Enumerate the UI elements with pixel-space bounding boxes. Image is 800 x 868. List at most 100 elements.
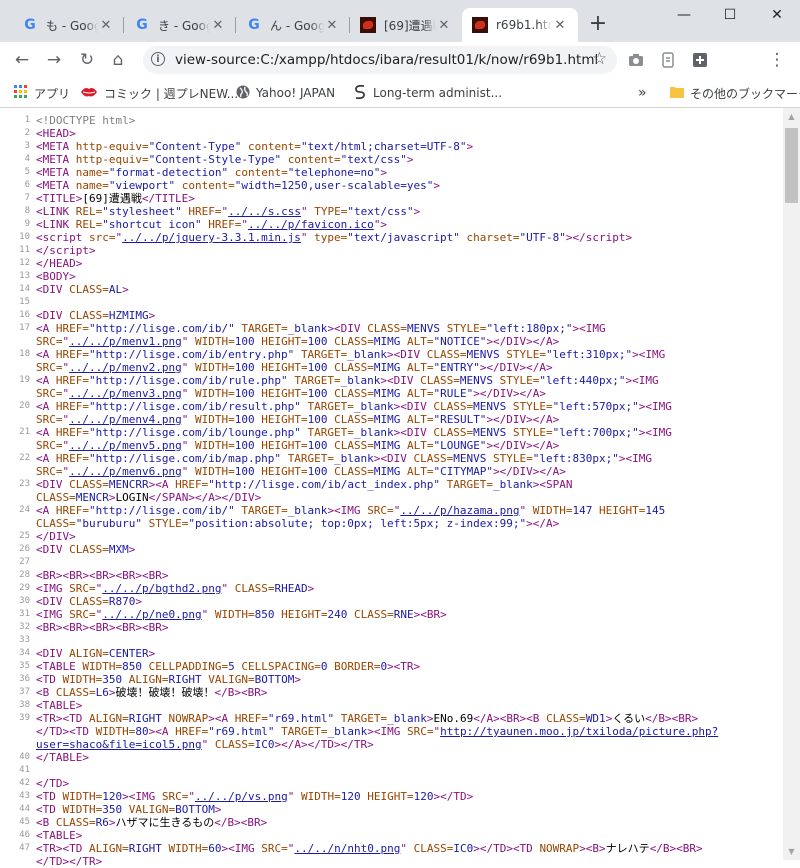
tab-title: も - Google (46, 18, 98, 33)
scroll-up-arrow-icon[interactable]: ▲ (783, 108, 800, 125)
line-text: <A HREF="http://lisge.com/ib/rule.php" T… (36, 374, 659, 387)
site-favicon-icon (360, 17, 376, 33)
line-text: <DIV CLASS=AL> (36, 283, 129, 296)
bookmark-star-icon[interactable]: ☆ (592, 49, 607, 69)
bookmarks-overflow-button[interactable]: » (638, 84, 647, 102)
line-number: 37 (19, 687, 30, 697)
extension-icon[interactable] (654, 46, 682, 74)
line-text: <DIV CLASS=HZMIMG> (36, 309, 156, 322)
line-text: <A HREF="http://lisge.com/ib/" TARGET=_b… (36, 322, 606, 335)
line-text: SRC="../../p/menv3.png" WIDTH=100 HEIGHT… (36, 387, 547, 400)
line-text: <TR><TD ALIGN=RIGHT NOWRAP><A HREF="r69.… (36, 712, 699, 725)
line-text: <DIV ALIGN=CENTER> (36, 647, 156, 660)
scrollbar-thumb[interactable] (785, 128, 798, 203)
line-number: 16 (19, 310, 30, 320)
line-number: 43 (19, 791, 30, 801)
line-number: 32 (19, 622, 30, 632)
bookmark-apps[interactable]: アプリ (14, 84, 70, 102)
close-icon[interactable]: ✕ (98, 18, 114, 33)
bookmarks-bar: アプリ コミック | 週プレNEW... Yahoo! JAPAN Long-t… (0, 78, 800, 108)
line-number: 17 (19, 323, 30, 333)
line-number: 7 (24, 193, 30, 203)
bookmark-long-term[interactable]: Long-term administ... (353, 84, 502, 102)
other-bookmarks-folder[interactable]: その他のブックマーク (670, 84, 800, 102)
line-text: <DIV CLASS=MXM> (36, 543, 136, 556)
line-number: 5 (24, 167, 30, 177)
scroll-down-arrow-icon[interactable]: ▼ (783, 843, 800, 860)
close-window-button[interactable]: ✕ (754, 0, 800, 30)
line-number: 6 (24, 180, 30, 190)
new-tab-button[interactable]: + (586, 13, 610, 37)
minimize-button[interactable]: — (661, 0, 707, 30)
line-number: 24 (19, 505, 30, 515)
line-text: <BR><BR><BR><BR><BR> (36, 621, 169, 634)
bookmark-label: コミック | 週プレNEW... (104, 86, 239, 101)
bookmark-comic[interactable]: コミック | 週プレNEW... (80, 84, 238, 102)
camera-icon[interactable] (622, 46, 650, 74)
line-text: <LINK REL="shortcut icon" HREF="../../p/… (36, 218, 388, 231)
tab-google-3[interactable]: G ん - Google ✕ (236, 8, 350, 42)
line-number: 18 (19, 349, 30, 359)
close-icon[interactable]: ✕ (210, 18, 226, 33)
maximize-button[interactable]: ☐ (707, 0, 753, 30)
forward-arrow-icon[interactable]: → (40, 46, 68, 74)
line-number: 19 (19, 375, 30, 385)
line-number: 34 (19, 648, 30, 658)
info-icon[interactable]: i (151, 52, 165, 66)
line-number: 44 (19, 804, 30, 814)
tab-encounter[interactable]: [69]遭遇戦 ✕ (350, 8, 462, 42)
line-text: <TABLE> (36, 699, 83, 712)
close-icon[interactable]: ✕ (436, 18, 452, 33)
line-number: 46 (19, 830, 30, 840)
bookmark-yahoo[interactable]: Yahoo! JAPAN (236, 84, 335, 102)
line-number: 35 (19, 661, 30, 671)
line-text: </DIV> (36, 530, 76, 543)
folder-icon (670, 86, 684, 101)
line-text: <HEAD> (36, 127, 76, 140)
url-text[interactable]: view-source:C:/xampp/htdocs/ibara/result… (175, 52, 598, 68)
line-number: 10 (19, 232, 30, 242)
line-text: <A HREF="http://lisge.com/ib/" TARGET=_b… (36, 504, 666, 517)
line-text: <TD WIDTH=350 VALIGN=BOTTOM> (36, 803, 222, 816)
line-text: <A HREF="http://lisge.com/ib/result.php"… (36, 400, 672, 413)
line-number: 2 (24, 128, 30, 138)
tab-source-active[interactable]: r69b1.html ✕ (462, 8, 578, 42)
line-number: 45 (19, 817, 30, 827)
home-icon[interactable]: ⌂ (104, 46, 132, 74)
vertical-scrollbar[interactable]: ▲ ▼ (783, 108, 800, 860)
tab-title: [69]遭遇戦 (384, 18, 436, 33)
line-text: SRC="../../p/menv1.png" WIDTH=100 HEIGHT… (36, 335, 560, 348)
line-number: 27 (19, 557, 30, 567)
line-number: 30 (19, 596, 30, 606)
line-number: 31 (19, 609, 30, 619)
close-icon[interactable]: ✕ (552, 18, 568, 33)
line-text: CLASS="buruburu" STYLE="position:absolut… (36, 517, 560, 530)
line-number: 42 (19, 778, 30, 788)
menu-kebab-icon[interactable]: ⋮ (763, 46, 791, 74)
line-text: <META name="format-detection" content="t… (36, 166, 388, 179)
line-text: SRC="../../p/menv5.png" WIDTH=100 HEIGHT… (36, 439, 560, 452)
back-arrow-icon[interactable]: ← (8, 46, 36, 74)
line-text: <TITLE>[69]遭遇戦</TITLE> (36, 192, 195, 205)
line-text: <TR><TD ALIGN=RIGHT WIDTH=60><IMG SRC=".… (36, 842, 703, 855)
line-number: 33 (19, 635, 30, 645)
line-number: 9 (24, 219, 30, 229)
line-text: <META http-equiv="Content-Type" content=… (36, 140, 474, 153)
tab-google-1[interactable]: G も - Google ✕ (12, 8, 124, 42)
line-number: 28 (19, 570, 30, 580)
reload-icon[interactable]: ↻ (73, 46, 101, 74)
line-number: 11 (19, 245, 30, 255)
extension-plus-icon[interactable] (686, 46, 714, 74)
line-text: SRC="../../p/menv6.png" WIDTH=100 HEIGHT… (36, 465, 566, 478)
script-icon (353, 84, 367, 103)
line-text: <IMG SRC="../../p/ne0.png" WIDTH=850 HEI… (36, 608, 447, 621)
tab-google-2[interactable]: G き - Google ✕ (124, 8, 236, 42)
close-icon[interactable]: ✕ (324, 18, 340, 33)
view-source-pane[interactable]: 1 <!DOCTYPE html> 2 <HEAD> 3 <META http-equiv… (0, 108, 800, 868)
line-text: SRC="../../p/menv4.png" WIDTH=100 HEIGHT… (36, 413, 560, 426)
line-number: 38 (19, 700, 30, 710)
google-icon: G (136, 17, 148, 33)
lips-icon (80, 86, 98, 101)
address-bar[interactable]: i view-source:C:/xampp/htdocs/ibara/resu… (143, 46, 617, 74)
line-text: SRC="../../p/menv2.png" WIDTH=100 HEIGHT… (36, 361, 553, 374)
